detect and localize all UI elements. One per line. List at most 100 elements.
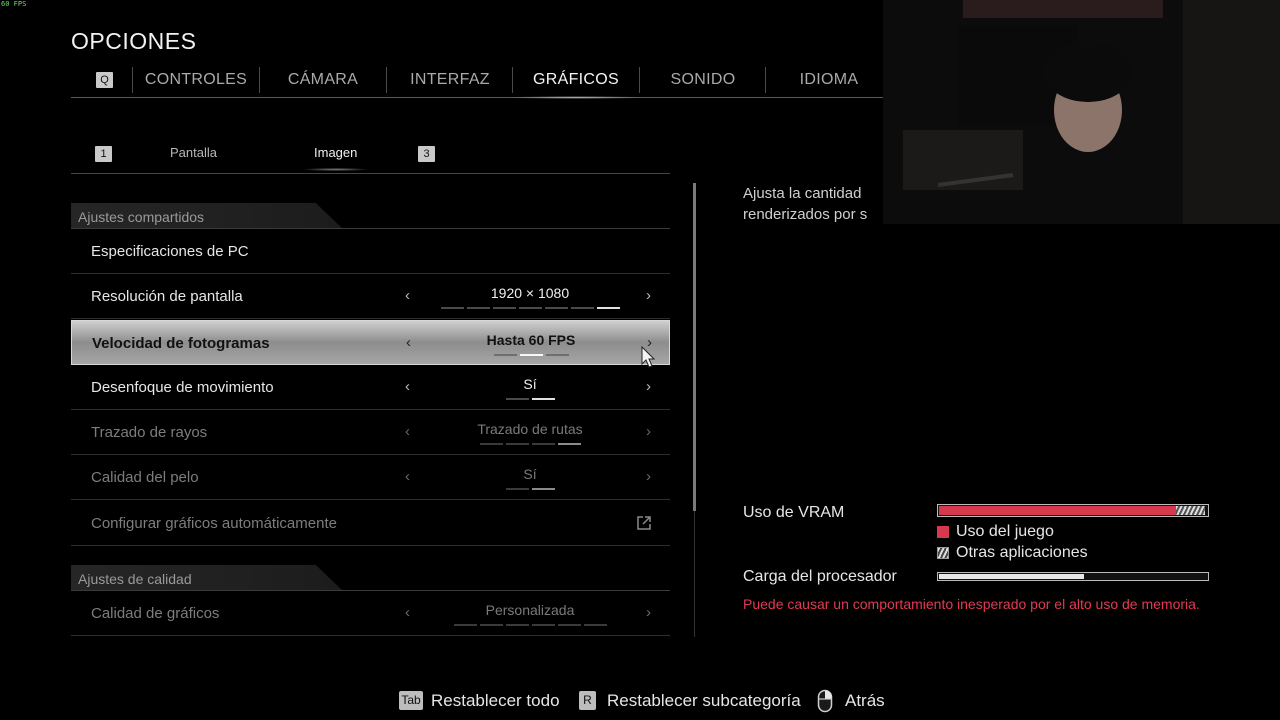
- mouse-right-click-icon: [817, 689, 833, 713]
- chevron-left-icon[interactable]: ‹: [405, 468, 410, 485]
- setting-value: Hasta 60 FPS: [486, 332, 576, 348]
- setting-value: 1920 × 1080: [490, 285, 570, 301]
- description-line: Ajusta la cantidad: [743, 185, 862, 202]
- cpu-load-bar: [937, 572, 1209, 581]
- setting-value: Sí: [523, 376, 537, 392]
- option-pip: [492, 307, 516, 309]
- option-indicator: [425, 307, 635, 309]
- mouse-cursor-icon: [641, 346, 655, 368]
- legend-label: Uso del juego: [956, 523, 1054, 540]
- chevron-right-icon[interactable]: ›: [646, 287, 651, 304]
- cpu-load-label: Carga del procesador: [743, 568, 897, 585]
- tab-graficos[interactable]: GRÁFICOS: [513, 64, 639, 99]
- setting-label: Calidad de gráficos: [91, 605, 220, 622]
- option-indicator: [425, 624, 635, 626]
- chevron-right-icon[interactable]: ›: [646, 378, 651, 395]
- setting-row-pc-specs[interactable]: Especificaciones de PC: [71, 229, 670, 274]
- webcam-feed: [883, 0, 1280, 224]
- red-square-icon: [937, 526, 949, 538]
- subtab-pantalla[interactable]: Pantalla: [170, 145, 217, 160]
- setting-label: Desenfoque de movimiento: [91, 379, 274, 396]
- option-pip: [518, 307, 542, 309]
- vram-other-fill: [1176, 506, 1205, 515]
- setting-row-auto-configure[interactable]: Configurar gráficos automáticamente: [71, 501, 670, 546]
- subtab-imagen[interactable]: Imagen: [303, 145, 368, 171]
- setting-row-hair-quality[interactable]: Calidad del pelo ‹ Sí ›: [71, 455, 670, 500]
- option-pip: [505, 398, 529, 400]
- tab-sonido[interactable]: SONIDO: [640, 64, 766, 97]
- memory-warning: Puede causar un comportamiento inesperad…: [743, 596, 1200, 612]
- r-key-hint: R: [579, 691, 596, 710]
- scrollbar-track[interactable]: [694, 511, 695, 637]
- chevron-left-icon[interactable]: ‹: [405, 604, 410, 621]
- reset-all-button[interactable]: Restablecer todo: [431, 691, 560, 711]
- option-pip: [493, 354, 517, 356]
- key-1-hint: 1: [95, 146, 112, 162]
- setting-value: Trazado de rutas: [477, 421, 583, 437]
- chevron-left-icon[interactable]: ‹: [405, 423, 410, 440]
- vram-label: Uso de VRAM: [743, 504, 845, 521]
- option-pip: [440, 307, 464, 309]
- option-indicator: [425, 398, 635, 400]
- option-indicator: [425, 443, 635, 445]
- chevron-right-icon[interactable]: ›: [646, 423, 651, 440]
- footer-hints: Tab Restablecer todo R Restablecer subca…: [0, 689, 1280, 713]
- setting-row-frame-rate[interactable]: Velocidad de fotogramas ‹ Hasta 60 FPS ›: [71, 320, 670, 365]
- setting-value: Personalizada: [485, 602, 575, 618]
- option-pip: [505, 488, 529, 490]
- tab-interfaz[interactable]: INTERFAZ: [387, 64, 513, 97]
- setting-label: Resolución de pantalla: [91, 288, 243, 305]
- setting-row-graphics-quality[interactable]: Calidad de gráficos ‹ Personalizada ›: [71, 591, 670, 636]
- vram-game-fill: [939, 506, 1176, 515]
- option-pip: [531, 398, 555, 400]
- setting-label: Configurar gráficos automáticamente: [91, 515, 337, 532]
- option-indicator: [425, 488, 635, 490]
- key-3-hint: 3: [418, 146, 435, 162]
- scrollbar-thumb[interactable]: [693, 183, 696, 511]
- description-line: renderizados por s: [743, 206, 868, 223]
- option-pip: [479, 624, 503, 626]
- option-pip: [466, 307, 490, 309]
- section-title: Ajustes compartidos: [78, 209, 205, 225]
- setting-label: Especificaciones de PC: [91, 243, 249, 260]
- hatched-square-icon: [937, 547, 949, 559]
- setting-row-ray-tracing[interactable]: Trazado de rayos ‹ Trazado de rutas ›: [71, 410, 670, 455]
- setting-row-resolution[interactable]: Resolución de pantalla ‹ 1920 × 1080 ›: [71, 274, 670, 319]
- setting-description: Ajusta la cantidad renderizados por s: [743, 183, 883, 225]
- option-pip: [545, 354, 569, 356]
- tab-controles[interactable]: CONTROLES: [133, 64, 259, 97]
- fps-counter: 60 FPS: [1, 0, 27, 8]
- tab-idioma[interactable]: IDIOMA: [766, 64, 892, 97]
- setting-row-motion-blur[interactable]: Desenfoque de movimiento ‹ Sí ›: [71, 365, 670, 410]
- chevron-left-icon[interactable]: ‹: [405, 287, 410, 304]
- tab-key-hint: Tab: [399, 691, 423, 710]
- top-tab-bar: Q CONTROLES CÁMARA INTERFAZ GRÁFICOS SON…: [71, 64, 883, 99]
- setting-label: Trazado de rayos: [91, 424, 208, 441]
- chevron-left-icon[interactable]: ‹: [406, 334, 411, 351]
- option-pip: [505, 624, 529, 626]
- option-pip: [479, 443, 503, 445]
- option-pip: [505, 443, 529, 445]
- option-pip: [596, 307, 620, 309]
- setting-label: Velocidad de fotogramas: [92, 335, 270, 352]
- chevron-right-icon[interactable]: ›: [646, 468, 651, 485]
- chevron-right-icon[interactable]: ›: [646, 604, 651, 621]
- page-title: OPCIONES: [71, 28, 197, 54]
- option-pip: [557, 443, 581, 445]
- reset-subcategory-button[interactable]: Restablecer subcategoría: [607, 691, 801, 711]
- back-button[interactable]: Atrás: [845, 691, 885, 711]
- option-pip: [531, 624, 555, 626]
- option-pip: [583, 624, 607, 626]
- option-pip: [570, 307, 594, 309]
- setting-label: Calidad del pelo: [91, 469, 199, 486]
- chevron-left-icon[interactable]: ‹: [405, 378, 410, 395]
- section-title: Ajustes de calidad: [78, 571, 192, 587]
- setting-value: Sí: [523, 466, 537, 482]
- option-pip: [531, 443, 555, 445]
- section-header-shared: Ajustes compartidos: [71, 203, 670, 229]
- option-pip: [453, 624, 477, 626]
- tab-camara[interactable]: CÁMARA: [260, 64, 386, 97]
- external-link-icon[interactable]: [636, 515, 652, 531]
- vram-usage-bar: [937, 504, 1209, 517]
- option-pip: [557, 624, 581, 626]
